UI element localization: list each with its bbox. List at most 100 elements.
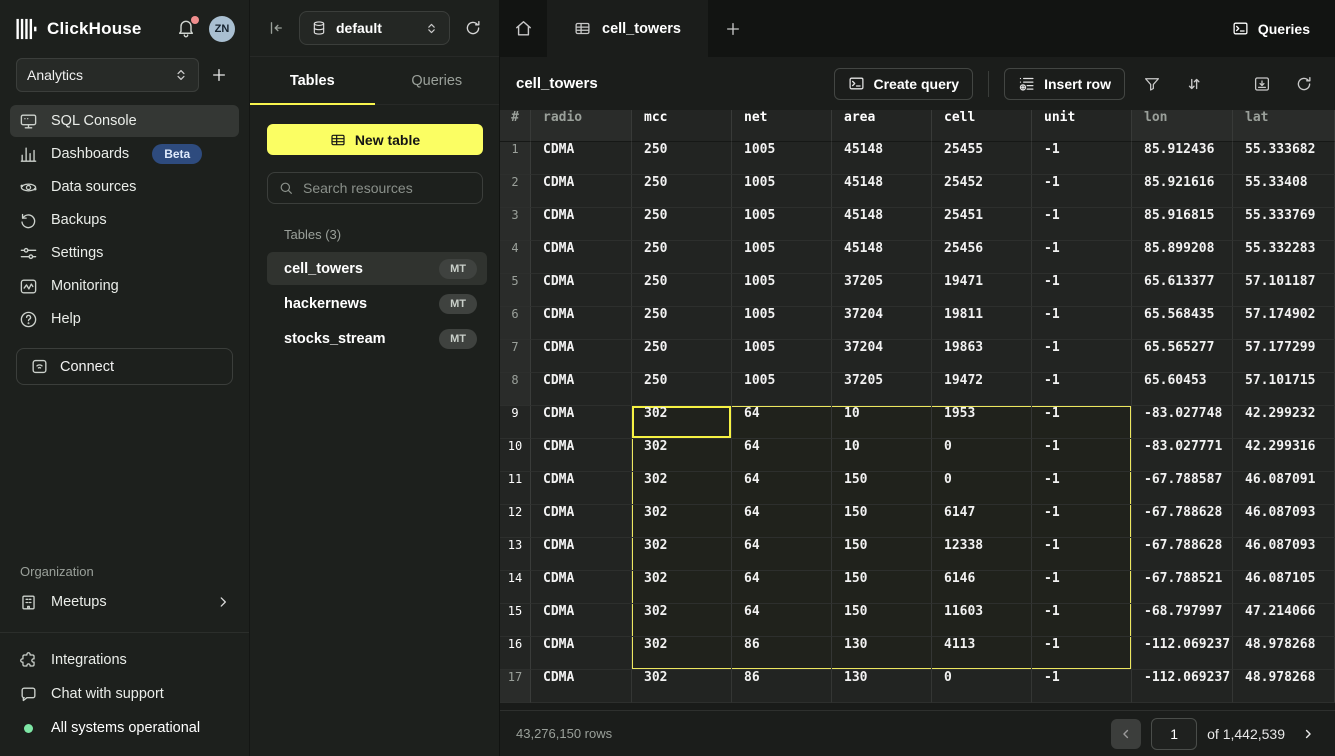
- filter-icon[interactable]: [1137, 69, 1167, 99]
- row-number[interactable]: 1: [500, 142, 531, 175]
- cell-lon-row9[interactable]: -83.027748: [1132, 406, 1233, 439]
- cell-unit-row17[interactable]: -1: [1032, 670, 1132, 703]
- cell-lat-row15[interactable]: 47.214066: [1233, 604, 1335, 637]
- row-number[interactable]: 13: [500, 538, 531, 571]
- sidebar-item-settings[interactable]: Settings: [10, 237, 239, 269]
- cell-cell-row12[interactable]: 6147: [932, 505, 1032, 538]
- cell-net-row4[interactable]: 1005: [732, 241, 832, 274]
- sort-icon[interactable]: [1179, 69, 1209, 99]
- row-number[interactable]: 10: [500, 439, 531, 472]
- column-header-radio[interactable]: radio: [531, 110, 632, 142]
- row-number[interactable]: 2: [500, 175, 531, 208]
- new-table-button[interactable]: New table: [267, 124, 483, 155]
- row-number[interactable]: 11: [500, 472, 531, 505]
- cell-cell-row4[interactable]: 25456: [932, 241, 1032, 274]
- cell-mcc-row15[interactable]: 302: [632, 604, 732, 637]
- system-status[interactable]: All systems operational: [10, 712, 239, 744]
- row-number[interactable]: 12: [500, 505, 531, 538]
- cell-unit-row10[interactable]: -1: [1032, 439, 1132, 472]
- cell-area-row7[interactable]: 37204: [832, 340, 932, 373]
- cell-lat-row3[interactable]: 55.333769: [1233, 208, 1335, 241]
- resource-search[interactable]: [267, 172, 483, 204]
- cell-lon-row4[interactable]: 85.899208: [1132, 241, 1233, 274]
- cell-lat-row2[interactable]: 55.33408: [1233, 175, 1335, 208]
- cell-radio-row17[interactable]: CDMA: [531, 670, 632, 703]
- cell-lat-row5[interactable]: 57.101187: [1233, 274, 1335, 307]
- cell-unit-row5[interactable]: -1: [1032, 274, 1132, 307]
- cell-mcc-row7[interactable]: 250: [632, 340, 732, 373]
- cell-lon-row13[interactable]: -67.788628: [1132, 538, 1233, 571]
- cell-lat-row1[interactable]: 55.333682: [1233, 142, 1335, 175]
- cell-lat-row8[interactable]: 57.101715: [1233, 373, 1335, 406]
- cell-radio-row9[interactable]: CDMA: [531, 406, 632, 439]
- next-page-button[interactable]: [1295, 719, 1321, 749]
- cell-lat-row11[interactable]: 46.087091: [1233, 472, 1335, 505]
- cell-lon-row7[interactable]: 65.565277: [1132, 340, 1233, 373]
- cell-mcc-row16[interactable]: 302: [632, 637, 732, 670]
- cell-unit-row2[interactable]: -1: [1032, 175, 1132, 208]
- cell-radio-row7[interactable]: CDMA: [531, 340, 632, 373]
- cell-area-row14[interactable]: 150: [832, 571, 932, 604]
- cell-unit-row6[interactable]: -1: [1032, 307, 1132, 340]
- cell-mcc-row6[interactable]: 250: [632, 307, 732, 340]
- prev-page-button[interactable]: [1111, 719, 1141, 749]
- cell-unit-row9[interactable]: -1: [1032, 406, 1132, 439]
- database-selector[interactable]: default: [299, 11, 450, 45]
- cell-net-row7[interactable]: 1005: [732, 340, 832, 373]
- cell-radio-row4[interactable]: CDMA: [531, 241, 632, 274]
- column-header-unit[interactable]: unit: [1032, 110, 1132, 142]
- new-tab-button[interactable]: [708, 0, 758, 57]
- column-header-cell[interactable]: cell: [932, 110, 1032, 142]
- sidebar-item-meetups[interactable]: Meetups: [10, 586, 239, 618]
- cell-lat-row12[interactable]: 46.087093: [1233, 505, 1335, 538]
- sidebar-item-backups[interactable]: Backups: [10, 204, 239, 236]
- cell-mcc-row1[interactable]: 250: [632, 142, 732, 175]
- cell-net-row15[interactable]: 64: [732, 604, 832, 637]
- cell-net-row6[interactable]: 1005: [732, 307, 832, 340]
- row-number[interactable]: 14: [500, 571, 531, 604]
- page-number-input[interactable]: [1151, 718, 1197, 750]
- download-icon[interactable]: [1247, 69, 1277, 99]
- cell-cell-row10[interactable]: 0: [932, 439, 1032, 472]
- cell-net-row10[interactable]: 64: [732, 439, 832, 472]
- table-item-cell-towers[interactable]: cell_towers MT: [267, 252, 487, 285]
- active-cell[interactable]: 302: [632, 406, 732, 439]
- cell-cell-row2[interactable]: 25452: [932, 175, 1032, 208]
- cell-unit-row12[interactable]: -1: [1032, 505, 1132, 538]
- cell-lat-row4[interactable]: 55.332283: [1233, 241, 1335, 274]
- cell-net-row12[interactable]: 64: [732, 505, 832, 538]
- row-number[interactable]: 7: [500, 340, 531, 373]
- cell-unit-row14[interactable]: -1: [1032, 571, 1132, 604]
- cell-cell-row3[interactable]: 25451: [932, 208, 1032, 241]
- cell-lat-row16[interactable]: 48.978268: [1233, 637, 1335, 670]
- row-number[interactable]: 9: [500, 406, 531, 439]
- cell-lon-row17[interactable]: -112.069237: [1132, 670, 1233, 703]
- sidebar-item-chat-support[interactable]: Chat with support: [10, 678, 239, 710]
- cell-area-row6[interactable]: 37204: [832, 307, 932, 340]
- cell-cell-row17[interactable]: 0: [932, 670, 1032, 703]
- cell-cell-row14[interactable]: 6146: [932, 571, 1032, 604]
- cell-net-row2[interactable]: 1005: [732, 175, 832, 208]
- cell-area-row9[interactable]: 10: [832, 406, 932, 439]
- sidebar-item-data-sources[interactable]: Data sources: [10, 171, 239, 203]
- cell-lon-row16[interactable]: -112.069237: [1132, 637, 1233, 670]
- cell-area-row5[interactable]: 37205: [832, 274, 932, 307]
- cell-lat-row9[interactable]: 42.299232: [1233, 406, 1335, 439]
- collapse-left-icon[interactable]: [265, 17, 287, 39]
- cell-mcc-row2[interactable]: 250: [632, 175, 732, 208]
- cell-area-row15[interactable]: 150: [832, 604, 932, 637]
- column-header-lat[interactable]: lat: [1233, 110, 1335, 142]
- cell-area-row17[interactable]: 130: [832, 670, 932, 703]
- table-item-hackernews[interactable]: hackernews MT: [267, 287, 487, 320]
- cell-lat-row6[interactable]: 57.174902: [1233, 307, 1335, 340]
- cell-area-row12[interactable]: 150: [832, 505, 932, 538]
- cell-unit-row1[interactable]: -1: [1032, 142, 1132, 175]
- sidebar-item-integrations[interactable]: Integrations: [10, 644, 239, 676]
- cell-radio-row6[interactable]: CDMA: [531, 307, 632, 340]
- cell-cell-row15[interactable]: 11603: [932, 604, 1032, 637]
- cell-net-row3[interactable]: 1005: [732, 208, 832, 241]
- cell-radio-row14[interactable]: CDMA: [531, 571, 632, 604]
- cell-net-row8[interactable]: 1005: [732, 373, 832, 406]
- cell-lon-row6[interactable]: 65.568435: [1132, 307, 1233, 340]
- column-header-mcc[interactable]: mcc: [632, 110, 732, 142]
